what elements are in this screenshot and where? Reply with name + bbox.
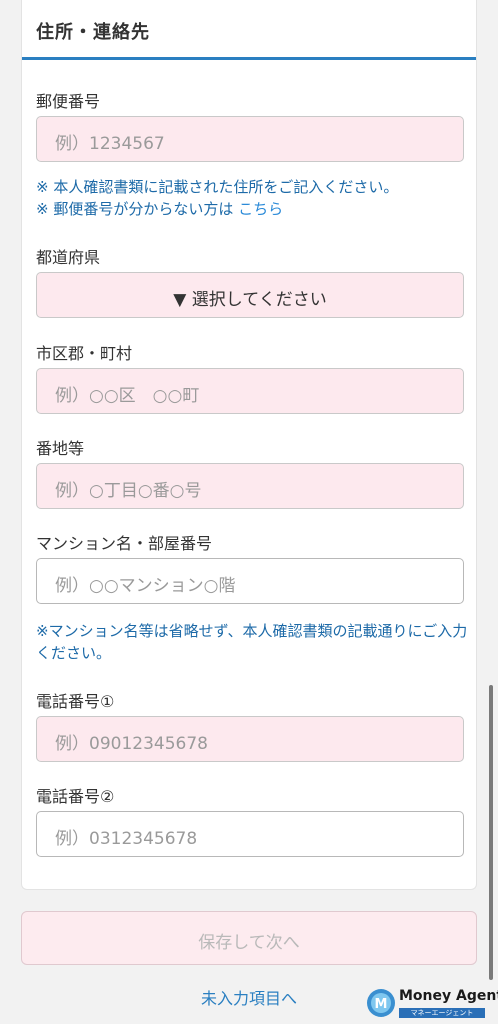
building-label: マンション名・部屋番号 [36, 534, 213, 553]
city-group: 市区郡・町村 例）○○区 ○○町 [36, 340, 464, 414]
phone2-group: 電話番号② 例）0312345678 [36, 783, 464, 857]
address-contact-card: 住所・連絡先 郵便番号 例）1234567 ※ 本人確認書類に記載された住所をご… [21, 0, 477, 890]
prefecture-select[interactable]: ▼ 選択してください [36, 272, 464, 318]
postal-code-group: 郵便番号 例）1234567 [36, 88, 464, 162]
postal-lookup-link[interactable]: こちら [238, 200, 283, 218]
street-label: 番地等 [36, 439, 85, 458]
building-group: マンション名・部屋番号 例）○○マンション○階 [36, 530, 464, 604]
save-and-next-button[interactable]: 保存して次へ [21, 911, 477, 965]
building-input[interactable]: 例）○○マンション○階 [36, 558, 464, 604]
brand-name: Money Agent [399, 988, 498, 1004]
city-input[interactable]: 例）○○区 ○○町 [36, 368, 464, 414]
address-notes: ※ 本人確認書類に記載された住所をご記入ください。 ※ 郵便番号が分からない方は… [36, 176, 476, 220]
svg-text:M: M [375, 997, 388, 1012]
postal-code-label: 郵便番号 [36, 92, 101, 111]
phone2-input[interactable]: 例）0312345678 [36, 811, 464, 857]
address-note: ※ 本人確認書類に記載された住所をご記入ください。 [36, 178, 399, 196]
scrollbar[interactable] [489, 685, 493, 980]
prefecture-group: 都道府県 ▼ 選択してください [36, 244, 464, 318]
section-title: 住所・連絡先 [22, 0, 476, 60]
brand-subtitle: マネーエージェント [399, 1008, 485, 1018]
phone1-label: 電話番号① [36, 692, 115, 711]
brand-watermark: M Money Agent マネーエージェント [366, 986, 498, 1020]
prefecture-label: 都道府県 [36, 248, 101, 267]
phone2-label: 電話番号② [36, 787, 115, 806]
street-input[interactable]: 例）○丁目○番○号 [36, 463, 464, 509]
mansion-note: ※マンション名等は省略せず、本人確認書類の記載通りにご入力ください。 [36, 622, 468, 662]
money-agent-logo-icon: M [367, 989, 395, 1017]
postal-unknown-text: ※ 郵便番号が分からない方は [36, 200, 234, 218]
postal-unknown-note: ※ 郵便番号が分からない方は こちら [36, 198, 476, 220]
postal-code-input[interactable]: 例）1234567 [36, 116, 464, 162]
phone1-group: 電話番号① 例）09012345678 [36, 688, 464, 762]
street-group: 番地等 例）○丁目○番○号 [36, 435, 464, 509]
city-label: 市区郡・町村 [36, 344, 133, 363]
phone1-input[interactable]: 例）09012345678 [36, 716, 464, 762]
